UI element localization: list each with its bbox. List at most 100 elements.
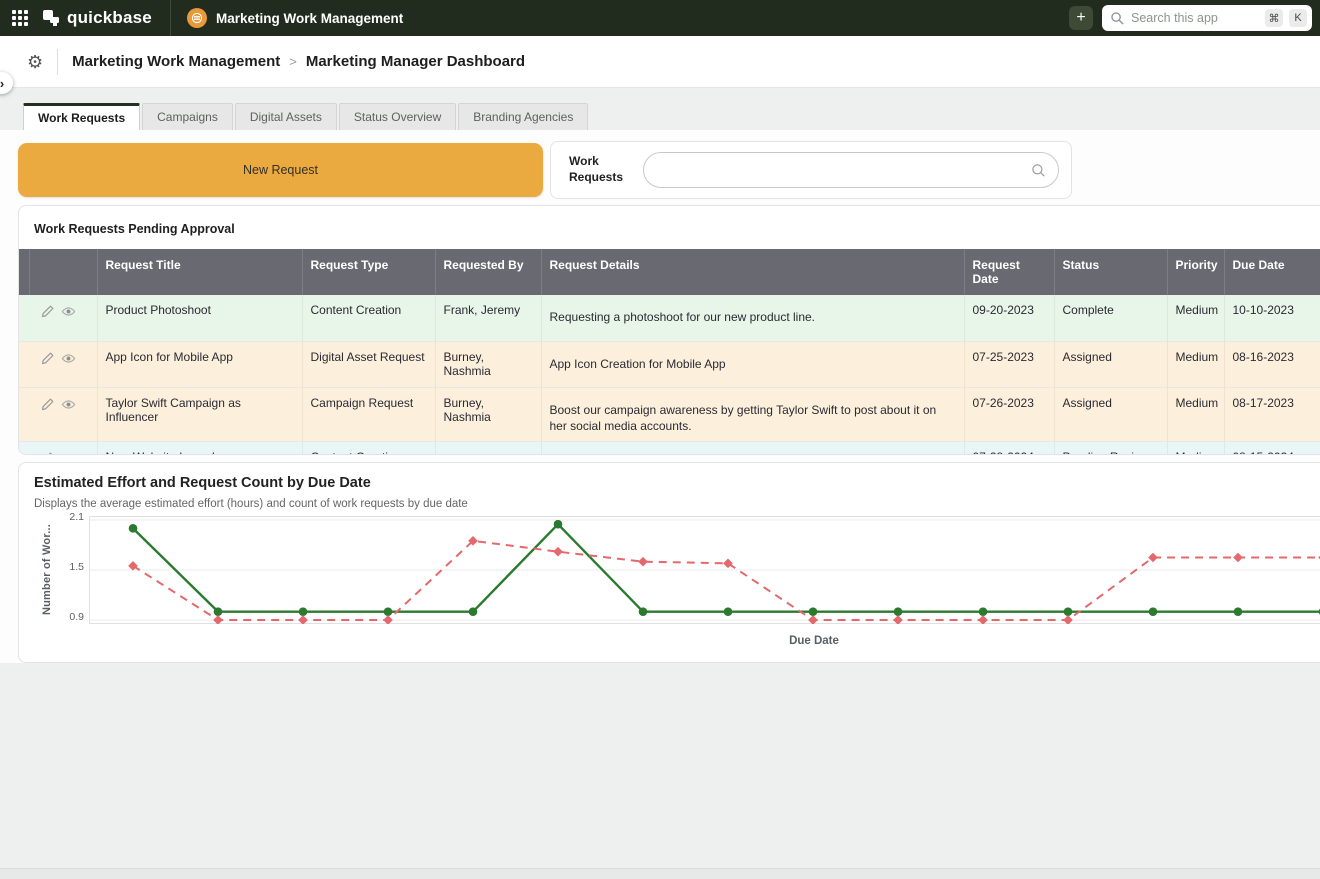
data-point — [724, 607, 733, 616]
row-actions — [29, 387, 97, 441]
data-point — [469, 607, 478, 616]
cell-request-details: App Icon Creation for Mobile App — [541, 341, 964, 387]
app-icon[interactable] — [187, 8, 207, 28]
tab-campaigns[interactable]: Campaigns — [142, 103, 233, 130]
quickbase-logo-icon — [42, 9, 60, 27]
data-point — [554, 520, 563, 529]
breadcrumb-divider — [57, 49, 58, 75]
chart-x-axis-label: Due Date — [89, 635, 1320, 647]
col-request-details[interactable]: Request Details — [541, 249, 964, 295]
col-status[interactable]: Status — [1054, 249, 1167, 295]
cell-requested-by[interactable]: Burney, Nashmia — [435, 341, 541, 387]
y-tick-0-9: 0.9 — [56, 611, 84, 623]
data-point — [129, 524, 138, 533]
cell-request-date: 07-28-2024 — [964, 441, 1054, 455]
cell-priority: Medium — [1167, 387, 1224, 441]
tab-work-requests[interactable]: Work Requests — [23, 103, 140, 130]
cell-request-details: Boost our campaign awareness by getting … — [541, 387, 964, 441]
table-row[interactable]: New Website LaunchContent Creation 07-28-… — [19, 441, 1320, 455]
global-search-input[interactable] — [1131, 11, 1259, 25]
chart-y-axis-label: Number of Wor... — [41, 524, 53, 615]
page-title: Marketing Manager Dashboard — [306, 53, 525, 70]
col-request-date[interactable]: Request Date — [964, 249, 1054, 295]
cell-request-date: 09-20-2023 — [964, 295, 1054, 341]
table-row[interactable]: App Icon for Mobile AppDigital Asset Req… — [19, 341, 1320, 387]
search-icon — [1031, 163, 1046, 178]
cell-status: Pending Review — [1054, 441, 1167, 455]
gear-icon[interactable]: ⚙ — [27, 53, 43, 71]
chart-plot-area — [89, 516, 1320, 624]
tab-digital-assets[interactable]: Digital Assets — [235, 103, 337, 130]
data-point — [214, 607, 223, 616]
tab-branding-agencies[interactable]: Branding Agencies — [458, 103, 588, 130]
cell-request-title[interactable]: Product Photoshoot — [97, 295, 302, 341]
add-new-button[interactable]: + — [1069, 6, 1093, 30]
search-icon — [1110, 11, 1125, 26]
cell-requested-by[interactable]: Frank, Jeremy — [435, 295, 541, 341]
cell-request-type: Content Creation — [302, 441, 435, 455]
chart-title: Estimated Effort and Request Count by Du… — [19, 463, 1320, 491]
cell-due-date: 08-17-2023 — [1224, 387, 1320, 441]
data-point — [299, 607, 308, 616]
cell-request-title[interactable]: App Icon for Mobile App — [97, 341, 302, 387]
app-switcher-icon[interactable] — [12, 10, 28, 26]
table-row[interactable]: Product PhotoshootContent CreationFrank,… — [19, 295, 1320, 341]
top-bar: quickbase Marketing Work Management + ⌘ … — [0, 0, 1320, 36]
table-row[interactable]: Taylor Swift Campaign as InfluencerCampa… — [19, 387, 1320, 441]
quickbase-app-page: quickbase Marketing Work Management + ⌘ … — [0, 0, 1320, 879]
edit-icon[interactable] — [40, 304, 55, 319]
col-requested-by[interactable]: Requested By — [435, 249, 541, 295]
cell-request-type: Content Creation — [302, 295, 435, 341]
brand-name: quickbase — [67, 8, 152, 28]
edit-icon[interactable] — [40, 451, 55, 455]
horizontal-scrollbar[interactable] — [0, 868, 1320, 879]
cell-due-date: 08-15-2024 — [1224, 441, 1320, 455]
cell-request-details — [541, 441, 964, 455]
dashboard-tabs: Work Requests Campaigns Digital Assets S… — [23, 103, 590, 130]
data-point — [639, 607, 648, 616]
row-accent-bar — [19, 387, 29, 441]
y-tick-2-1: 2.1 — [56, 511, 84, 523]
work-requests-table: Request Title Request Type Requested By … — [19, 249, 1320, 455]
view-icon[interactable] — [61, 351, 76, 366]
col-due-date[interactable]: Due Date — [1224, 249, 1320, 295]
row-accent-bar — [19, 295, 29, 341]
col-request-title[interactable]: Request Title — [97, 249, 302, 295]
col-priority[interactable]: Priority — [1167, 249, 1224, 295]
cell-request-title[interactable]: New Website Launch — [97, 441, 302, 455]
breadcrumb-separator: > — [289, 54, 297, 69]
chart-subtitle: Displays the average estimated effort (h… — [19, 491, 1320, 510]
cell-request-title[interactable]: Taylor Swift Campaign as Influencer — [97, 387, 302, 441]
view-icon[interactable] — [61, 397, 76, 412]
cell-request-date: 07-25-2023 — [964, 341, 1054, 387]
col-request-type[interactable]: Request Type — [302, 249, 435, 295]
cell-request-type: Campaign Request — [302, 387, 435, 441]
work-requests-search-card: Work Requests — [550, 141, 1072, 199]
work-requests-search-input[interactable] — [656, 163, 1031, 178]
row-actions — [29, 441, 97, 455]
view-icon[interactable] — [61, 451, 76, 455]
data-point — [979, 607, 988, 616]
cell-request-date: 07-26-2023 — [964, 387, 1054, 441]
quickbase-logo[interactable]: quickbase — [42, 8, 152, 28]
cell-request-type: Digital Asset Request — [302, 341, 435, 387]
cell-due-date: 10-10-2023 — [1224, 295, 1320, 341]
work-requests-search[interactable] — [643, 152, 1059, 188]
view-icon[interactable] — [61, 304, 76, 319]
edit-icon[interactable] — [40, 397, 55, 412]
data-point — [1149, 607, 1158, 616]
breadcrumb-app-link[interactable]: Marketing Work Management — [72, 53, 280, 70]
topbar-divider — [170, 0, 171, 36]
report-title: Work Requests Pending Approval — [19, 206, 1320, 249]
row-accent-bar — [19, 441, 29, 455]
cell-priority: Medium — [1167, 341, 1224, 387]
cell-requested-by[interactable]: Burney, Nashmia — [435, 387, 541, 441]
cell-status: Complete — [1054, 295, 1167, 341]
edit-icon[interactable] — [40, 351, 55, 366]
tab-status-overview[interactable]: Status Overview — [339, 103, 456, 130]
new-request-button[interactable]: New Request — [18, 143, 543, 197]
cell-requested-by[interactable] — [435, 441, 541, 455]
global-search[interactable]: ⌘ K — [1102, 5, 1312, 31]
data-point — [1234, 607, 1243, 616]
data-point — [894, 607, 903, 616]
